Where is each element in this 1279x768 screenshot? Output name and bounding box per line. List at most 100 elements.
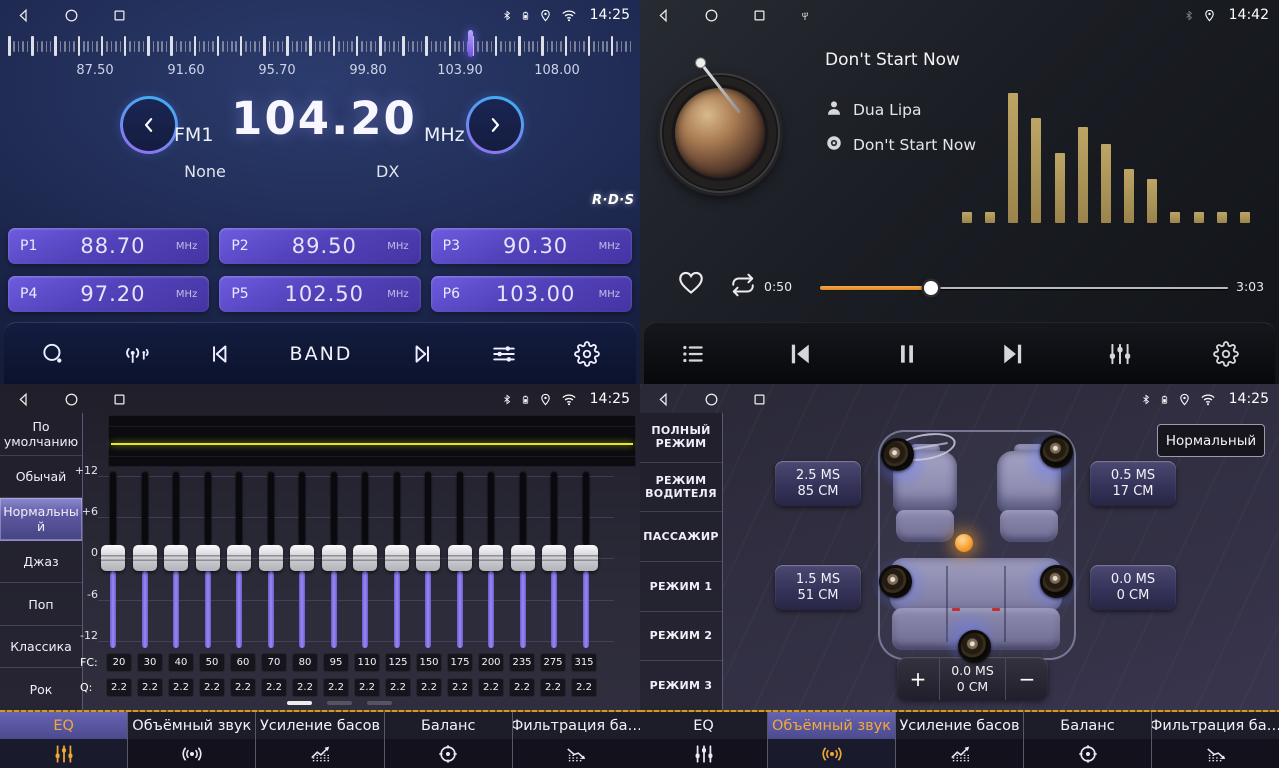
settings-gear-icon[interactable] (1213, 341, 1239, 367)
slider-handle[interactable] (133, 545, 157, 571)
mode-item[interactable]: ПАССАЖИР (640, 512, 722, 562)
radio-preset-P6[interactable]: P6103.00MHz (431, 276, 632, 312)
delay-decrease-button[interactable]: − (1006, 657, 1048, 700)
tune-down-button[interactable] (120, 96, 178, 154)
slider-handle[interactable] (101, 545, 125, 571)
back-button[interactable] (16, 8, 31, 23)
slider-handle[interactable] (511, 545, 535, 571)
slider-handle[interactable] (416, 545, 440, 571)
delay-increase-button[interactable]: + (897, 657, 939, 700)
next-track-icon[interactable] (999, 340, 1027, 368)
radio-preset-P3[interactable]: P390.30MHz (431, 228, 632, 264)
delay-rear-left-button[interactable]: 1.5 MS 51 CM (775, 565, 861, 610)
radio-preset-P4[interactable]: P497.20MHz (8, 276, 209, 312)
favorite-heart-icon[interactable] (676, 269, 706, 301)
eq-band-slider[interactable] (259, 470, 283, 650)
listening-position-dot[interactable] (955, 534, 973, 552)
slider-handle[interactable] (448, 545, 472, 571)
band-button[interactable]: BAND (290, 343, 353, 365)
recents-button[interactable] (112, 392, 127, 407)
band-page-indicator[interactable] (287, 701, 392, 705)
eq-band-slider[interactable] (542, 470, 566, 650)
pause-icon[interactable] (894, 340, 920, 368)
slider-handle[interactable] (290, 545, 314, 571)
back-button[interactable] (16, 392, 31, 407)
eq-band-slider[interactable] (164, 470, 188, 650)
playlist-icon[interactable] (680, 341, 706, 367)
eq-band-slider[interactable] (416, 470, 440, 650)
tab-surround-sound[interactable]: Объёмный звук (768, 710, 896, 768)
eq-band-slider[interactable] (290, 470, 314, 650)
slider-handle[interactable] (259, 545, 283, 571)
tune-up-button[interactable] (466, 96, 524, 154)
eq-band-slider[interactable] (574, 470, 598, 650)
mode-item[interactable]: РЕЖИМ ВОДИТЕЛЯ (640, 463, 722, 513)
mode-item[interactable]: РЕЖИМ 1 (640, 562, 722, 612)
profile-button[interactable]: Нормальный (1157, 424, 1265, 457)
eq-band-slider[interactable] (511, 470, 535, 650)
recents-button[interactable] (752, 392, 767, 407)
tab-balance[interactable]: Баланс (385, 710, 513, 768)
home-button[interactable] (64, 392, 79, 407)
slider-handle[interactable] (164, 545, 188, 571)
slider-handle[interactable] (542, 545, 566, 571)
eq-band-slider[interactable] (448, 470, 472, 650)
eq-preset-item[interactable]: Рок (0, 668, 82, 710)
back-button[interactable] (656, 392, 671, 407)
recents-button[interactable] (112, 8, 127, 23)
repeat-icon[interactable] (728, 272, 758, 302)
tab-bass-filter[interactable]: Фильтрация ба… (1152, 710, 1279, 768)
home-button[interactable] (704, 392, 719, 407)
eq-band-slider[interactable] (385, 470, 409, 650)
delay-front-left-button[interactable]: 2.5 MS 85 CM (775, 461, 861, 506)
tab-bass-boost[interactable]: Усиление басов (896, 710, 1024, 768)
eq-band-slider[interactable] (196, 470, 220, 650)
slider-handle[interactable] (322, 545, 346, 571)
eq-band-slider[interactable] (353, 470, 377, 650)
eq-band-slider[interactable] (133, 470, 157, 650)
speaker-center-rear-icon[interactable] (958, 630, 991, 663)
eq-band-slider[interactable] (322, 470, 346, 650)
slider-handle[interactable] (227, 545, 251, 571)
eq-band-slider[interactable] (227, 470, 251, 650)
broadcast-icon[interactable] (123, 341, 151, 367)
eq-band-slider[interactable] (101, 470, 125, 650)
tab-eq[interactable]: EQ (640, 710, 768, 768)
frequency-ruler[interactable] (8, 33, 632, 59)
mode-item[interactable]: РЕЖИМ 3 (640, 661, 722, 710)
settings-gear-icon[interactable] (574, 341, 600, 367)
tab-eq[interactable]: EQ (0, 710, 128, 768)
page-dot[interactable] (327, 701, 352, 705)
slider-handle[interactable] (574, 545, 598, 571)
delay-rear-right-button[interactable]: 0.0 MS 0 CM (1090, 565, 1176, 610)
back-button[interactable] (656, 8, 671, 23)
tab-bass-filter[interactable]: Фильтрация ба… (513, 710, 640, 768)
scan-icon[interactable] (40, 341, 66, 367)
radio-preset-P5[interactable]: P5102.50MHz (219, 276, 420, 312)
car-cabin-map[interactable] (878, 430, 1076, 660)
progress-thumb[interactable] (924, 281, 938, 295)
previous-track-icon[interactable] (207, 341, 233, 367)
previous-track-icon[interactable] (786, 340, 814, 368)
slider-handle[interactable] (196, 545, 220, 571)
slider-handle[interactable] (479, 545, 503, 571)
recents-button[interactable] (752, 8, 767, 23)
equalizer-icon[interactable] (491, 341, 517, 367)
slider-handle[interactable] (353, 545, 377, 571)
equalizer-icon[interactable] (1107, 341, 1133, 367)
home-button[interactable] (64, 8, 79, 23)
page-dot[interactable] (287, 701, 312, 705)
page-dot[interactable] (367, 701, 392, 705)
eq-band-slider[interactable] (479, 470, 503, 650)
tab-bass-boost[interactable]: Усиление басов (256, 710, 384, 768)
slider-handle[interactable] (385, 545, 409, 571)
tab-balance[interactable]: Баланс (1024, 710, 1152, 768)
next-track-icon[interactable] (409, 341, 435, 367)
mode-item[interactable]: РЕЖИМ 2 (640, 612, 722, 662)
tab-surround-sound[interactable]: Объёмный звук (128, 710, 256, 768)
home-button[interactable] (704, 8, 719, 23)
progress-slider[interactable] (820, 282, 1228, 294)
delay-front-right-button[interactable]: 0.5 MS 17 CM (1090, 461, 1176, 506)
radio-preset-P1[interactable]: P188.70MHz (8, 228, 209, 264)
eq-preset-item[interactable]: По умолчанию (0, 413, 82, 456)
